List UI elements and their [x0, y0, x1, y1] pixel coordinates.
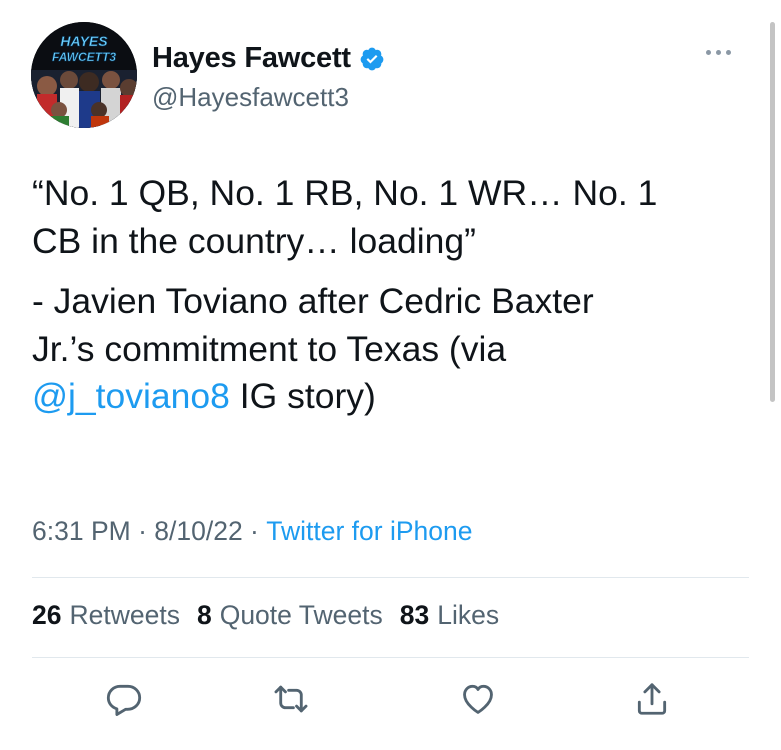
avatar-text-line2: FAWCETT3 — [52, 50, 116, 64]
tweet-text: “No. 1 QB, No. 1 RB, No. 1 WR… No. 1 CB … — [32, 170, 752, 421]
avatar-text-line1: HAYES — [60, 33, 108, 49]
reply-icon[interactable] — [105, 680, 143, 718]
author-name[interactable]: Hayes Fawcett — [152, 42, 351, 75]
tweet-source-link[interactable]: Twitter for iPhone — [266, 516, 472, 547]
scrollbar[interactable] — [770, 22, 775, 402]
divider — [32, 657, 749, 658]
retweets-stat[interactable]: 26 Retweets — [32, 600, 180, 631]
tweet-line-1: “No. 1 QB, No. 1 RB, No. 1 WR… No. 1 — [32, 173, 658, 213]
tweet-actions — [0, 680, 781, 724]
retweets-label: Retweets — [69, 600, 180, 630]
divider — [32, 577, 749, 578]
quote-tweets-stat[interactable]: 8 Quote Tweets — [197, 600, 383, 631]
more-dot — [716, 50, 721, 55]
tweet-date[interactable]: 8/10/22 — [154, 516, 242, 547]
author-name-row[interactable]: Hayes Fawcett — [152, 42, 385, 75]
verified-badge-icon — [359, 46, 385, 72]
tweet-line-5: IG story) — [229, 376, 376, 416]
more-dot — [726, 50, 731, 55]
retweet-icon[interactable] — [272, 680, 310, 718]
likes-count: 83 — [399, 600, 430, 630]
quote-tweets-label: Quote Tweets — [219, 600, 383, 630]
tweet-time[interactable]: 6:31 PM — [32, 516, 131, 547]
retweets-count: 26 — [32, 600, 62, 630]
tweet-line-2: CB in the country… loading” — [32, 220, 476, 261]
tweet-line-3: - Javien Toviano after Cedric Baxter — [32, 281, 594, 321]
quote-tweets-count: 8 — [196, 600, 212, 630]
tweet-line-4: Jr.’s commitment to Texas (via — [32, 328, 507, 369]
tweet-quote: “No. 1 QB, No. 1 RB, No. 1 WR… No. 1 CB … — [32, 170, 752, 265]
likes-label: Likes — [437, 600, 500, 630]
more-dot — [706, 50, 711, 55]
tweet-stats: 26 Retweets 8 Quote Tweets 83 Likes — [32, 600, 516, 631]
heart-icon[interactable] — [459, 680, 497, 718]
author-avatar[interactable]: HAYES FAWCETT3 — [31, 22, 137, 128]
tweet-attribution: - Javien Toviano after Cedric Baxter Jr.… — [32, 278, 752, 421]
likes-stat[interactable]: 83 Likes — [400, 600, 499, 631]
meta-separator: · — [130, 516, 155, 546]
more-horizontal-icon[interactable] — [706, 50, 731, 55]
share-icon[interactable] — [633, 680, 671, 718]
author-handle[interactable]: @Hayesfawcett3 — [152, 82, 349, 113]
meta-separator: · — [242, 516, 267, 546]
tweet-meta: 6:31 PM · 8/10/22 · Twitter for iPhone — [32, 516, 472, 547]
mention-link[interactable]: @j_toviano8 — [32, 376, 230, 416]
